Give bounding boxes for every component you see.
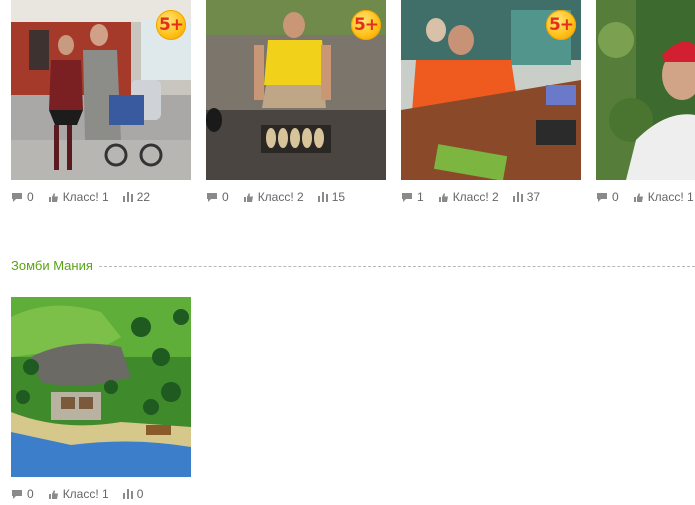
rating-badge: 5+ bbox=[351, 10, 381, 40]
bar-chart-icon bbox=[512, 192, 523, 202]
comment-icon bbox=[207, 192, 217, 202]
comment-icon bbox=[12, 192, 22, 202]
likes-label: Класс! 1 bbox=[62, 190, 109, 204]
likes-label: Класс! 2 bbox=[257, 190, 304, 204]
photo-thumbnail-zombie-mania[interactable] bbox=[11, 297, 191, 477]
comments-stat[interactable]: 0 bbox=[206, 190, 229, 204]
thumbs-up-icon bbox=[48, 192, 58, 202]
likes-label: Класс! 2 bbox=[452, 190, 499, 204]
bar-chart-icon bbox=[317, 192, 328, 202]
photo-thumbnail-3[interactable]: 5+ bbox=[401, 0, 581, 180]
comments-count: 0 bbox=[222, 190, 229, 204]
views-count: 22 bbox=[136, 190, 151, 204]
game-map-photo-image bbox=[11, 297, 191, 477]
comments-count: 0 bbox=[27, 190, 34, 204]
album-section-header: Зомби Мания bbox=[11, 256, 695, 274]
comment-icon bbox=[12, 489, 22, 499]
photo-stats-2: 0 Класс! 2 15 bbox=[206, 189, 359, 205]
likes-stat[interactable]: Класс! 1 bbox=[48, 487, 109, 501]
likes-stat[interactable]: Класс! 2 bbox=[243, 190, 304, 204]
views-stat: 37 bbox=[512, 190, 541, 204]
photo-thumbnail-2[interactable]: 5+ bbox=[206, 0, 386, 180]
views-stat: 0 bbox=[122, 487, 144, 501]
likes-stat[interactable]: Класс! 1 bbox=[633, 190, 694, 204]
photo-thumbnail-4[interactable] bbox=[596, 0, 695, 180]
comment-icon bbox=[597, 192, 607, 202]
views-stat: 22 bbox=[122, 190, 151, 204]
comments-stat[interactable]: 0 bbox=[11, 190, 34, 204]
photo-stats-4: 0 Класс! 1 bbox=[596, 189, 695, 205]
comments-stat[interactable]: 1 bbox=[401, 190, 424, 204]
thumbs-up-icon bbox=[48, 489, 58, 499]
views-count: 15 bbox=[331, 190, 346, 204]
album-title-link[interactable]: Зомби Мания bbox=[11, 258, 93, 273]
views-stat: 15 bbox=[317, 190, 346, 204]
bar-chart-icon bbox=[122, 489, 133, 499]
views-count: 0 bbox=[136, 487, 144, 501]
comment-icon bbox=[402, 192, 412, 202]
photo-stats-3: 1 Класс! 2 37 bbox=[401, 189, 554, 205]
thumbs-up-icon bbox=[633, 192, 643, 202]
man-in-cap-photo-image bbox=[596, 0, 695, 180]
thumbs-up-icon bbox=[438, 192, 448, 202]
comments-stat[interactable]: 0 bbox=[596, 190, 619, 204]
bar-chart-icon bbox=[122, 192, 133, 202]
views-count: 37 bbox=[526, 190, 541, 204]
likes-stat[interactable]: Класс! 2 bbox=[438, 190, 499, 204]
likes-stat[interactable]: Класс! 1 bbox=[48, 190, 109, 204]
photo-stats-zombie-mania: 0 Класс! 1 0 bbox=[11, 486, 157, 502]
rating-badge: 5+ bbox=[546, 10, 576, 40]
rating-badge: 5+ bbox=[156, 10, 186, 40]
likes-label: Класс! 1 bbox=[647, 190, 694, 204]
section-divider bbox=[98, 265, 695, 267]
comments-stat[interactable]: 0 bbox=[11, 487, 34, 501]
comments-count: 1 bbox=[417, 190, 424, 204]
thumbs-up-icon bbox=[243, 192, 253, 202]
likes-label: Класс! 1 bbox=[62, 487, 109, 501]
photo-stats-1: 0 Класс! 1 22 bbox=[11, 189, 164, 205]
comments-count: 0 bbox=[27, 487, 34, 501]
photo-thumbnail-1[interactable]: 5+ bbox=[11, 0, 191, 180]
comments-count: 0 bbox=[612, 190, 619, 204]
